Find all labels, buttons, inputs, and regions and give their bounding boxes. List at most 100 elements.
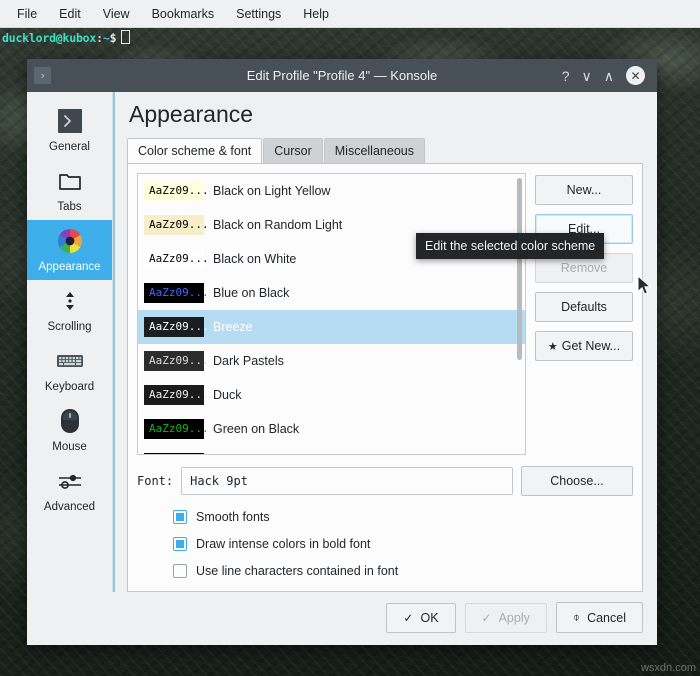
check-icon: ✓ (481, 610, 492, 625)
color-scheme-list[interactable]: AaZz09... Black on Light Yellow AaZz09..… (137, 173, 526, 455)
cancel-button[interactable]: ⌽ Cancel (555, 602, 643, 633)
close-icon[interactable]: ✕ (626, 66, 645, 85)
defaults-button[interactable]: Defaults (535, 292, 633, 322)
scheme-preview-swatch: AaZz09... (144, 215, 209, 235)
choose-font-button[interactable]: Choose... (521, 466, 633, 496)
line-characters-checkbox-row[interactable]: Use line characters contained in font (173, 564, 633, 578)
scheme-action-buttons: New... Edit... Remove Defaults ★ Get New.… (535, 173, 633, 361)
scheme-preview-swatch: AaZz09... (144, 283, 209, 303)
keyboard-icon (55, 346, 85, 376)
terminal-cursor (121, 30, 131, 44)
tooltip: Edit the selected color scheme (416, 233, 605, 259)
list-item[interactable]: AaZz09... Duck (138, 378, 525, 412)
sidebar-item-scrolling[interactable]: Scrolling (27, 280, 112, 340)
tabstrip: Color scheme & font Cursor Miscellaneous (127, 138, 643, 163)
sidebar-item-keyboard[interactable]: Keyboard (27, 340, 112, 400)
sidebar-item-general[interactable]: General (27, 100, 112, 160)
scrollbar-thumb[interactable] (517, 178, 522, 360)
menu-edit[interactable]: Edit (48, 3, 92, 25)
font-options: Smooth fonts Draw intense colors in bold… (173, 510, 633, 578)
cancel-circle-icon: ⌽ (572, 610, 581, 624)
cancel-label: Cancel (587, 610, 626, 625)
draw-intense-bold-checkbox-row[interactable]: Draw intense colors in bold font (173, 537, 633, 551)
sidebar-label-general: General (49, 141, 90, 153)
get-new-label: Get New... (561, 339, 621, 353)
terminal-prompt-icon (55, 106, 85, 136)
sidebar-label-tabs: Tabs (57, 201, 82, 213)
line-characters-checkbox[interactable] (173, 564, 187, 578)
menubar: File Edit View Bookmarks Settings Help (0, 0, 700, 28)
menu-settings[interactable]: Settings (225, 3, 292, 25)
scheme-name: Black on Light Yellow (213, 184, 331, 198)
font-row: Font: Hack 9pt Choose... (137, 466, 633, 496)
scheme-preview-swatch: AaZz09... (144, 453, 204, 454)
list-item[interactable]: AaZz09... Blue on Black (138, 276, 525, 310)
prompt-colon: : (96, 31, 103, 45)
draw-intense-bold-checkbox[interactable] (173, 537, 187, 551)
list-item[interactable]: AaZz09... Green on Black (138, 412, 525, 446)
tab-color-scheme-and-font[interactable]: Color scheme & font (127, 138, 263, 163)
font-label: Font: (137, 474, 174, 488)
dialog-main: General Tabs Appearance Scrolling Keyboa… (27, 92, 657, 592)
dialog-titlebar[interactable]: › Edit Profile "Profile 4" — Konsole ? ∨… (27, 59, 657, 92)
smooth-fonts-checkbox-row[interactable]: Smooth fonts (173, 510, 633, 524)
dialog-footer: ✓ OK ✓ Apply ⌽ Cancel (27, 592, 657, 645)
sidebar-label-mouse: Mouse (52, 441, 87, 453)
scheme-preview-swatch: AaZz09... (144, 317, 209, 337)
smooth-fonts-checkbox[interactable] (173, 510, 187, 524)
edit-profile-dialog: › Edit Profile "Profile 4" — Konsole ? ∨… (27, 59, 657, 645)
scheme-row: AaZz09... Black on Light Yellow AaZz09..… (137, 173, 633, 455)
check-icon: ✓ (403, 610, 414, 625)
scheme-preview-swatch: AaZz09... (144, 385, 209, 405)
get-new-schemes-button[interactable]: ★ Get New... (535, 331, 633, 361)
settings-content: Appearance Color scheme & font Cursor Mi… (113, 92, 657, 592)
list-item[interactable]: AaZz09... Black on Light Yellow (138, 174, 525, 208)
settings-sidebar: General Tabs Appearance Scrolling Keyboa… (27, 92, 113, 592)
color-wheel-icon (55, 226, 85, 256)
tab-miscellaneous[interactable]: Miscellaneous (323, 138, 425, 163)
page-title: Appearance (129, 101, 254, 127)
sliders-icon (55, 466, 85, 496)
scroll-arrows-icon (55, 286, 85, 316)
smooth-fonts-label: Smooth fonts (196, 510, 270, 524)
watermark: wsxdn.com (640, 662, 696, 674)
new-scheme-button[interactable]: New... (535, 175, 633, 205)
sidebar-label-advanced: Advanced (43, 501, 96, 513)
ok-button[interactable]: ✓ OK (386, 602, 456, 633)
star-icon: ★ (547, 341, 558, 353)
menu-view[interactable]: View (92, 3, 141, 25)
list-item[interactable]: AaZz09... Linux Colors (138, 446, 525, 454)
menu-bookmarks[interactable]: Bookmarks (141, 3, 226, 25)
scheme-name: Breeze (213, 320, 253, 334)
list-item[interactable]: AaZz09... Breeze (138, 310, 525, 344)
minimize-icon[interactable]: ∨ (582, 69, 592, 83)
apply-label: Apply (498, 610, 530, 625)
sidebar-item-mouse[interactable]: Mouse (27, 400, 112, 460)
scheme-preview-swatch: AaZz09... (144, 351, 209, 371)
maximize-icon[interactable]: ∧ (604, 69, 614, 83)
sidebar-item-tabs[interactable]: Tabs (27, 160, 112, 220)
tab-panel-color-scheme-and-font: AaZz09... Black on Light Yellow AaZz09..… (127, 163, 643, 592)
help-icon[interactable]: ? (562, 69, 570, 83)
konsole-terminal-icon: › (34, 67, 51, 84)
menu-file[interactable]: File (6, 3, 48, 25)
list-scrollbar[interactable] (517, 178, 522, 452)
scheme-preview-swatch: AaZz09... (144, 419, 209, 439)
mouse-icon (55, 406, 85, 436)
sidebar-label-keyboard: Keyboard (44, 381, 95, 393)
scheme-name: Blue on Black (213, 286, 290, 300)
ok-label: OK (420, 610, 439, 625)
font-input[interactable]: Hack 9pt (181, 467, 513, 495)
sidebar-item-advanced[interactable]: Advanced (27, 460, 112, 520)
sidebar-label-appearance: Appearance (38, 261, 101, 273)
sidebar-item-appearance[interactable]: Appearance (27, 220, 112, 280)
list-item[interactable]: AaZz09... Dark Pastels (138, 344, 525, 378)
menu-help[interactable]: Help (292, 3, 340, 25)
prompt-dollar: $ (109, 31, 117, 45)
folder-icon (55, 166, 85, 196)
scheme-preview-swatch: AaZz09... (144, 249, 209, 269)
scheme-name: Dark Pastels (213, 354, 284, 368)
tab-cursor[interactable]: Cursor (263, 138, 323, 163)
terminal-prompt: ducklord@kubox:~$ (2, 30, 131, 45)
apply-button: ✓ Apply (464, 602, 547, 633)
